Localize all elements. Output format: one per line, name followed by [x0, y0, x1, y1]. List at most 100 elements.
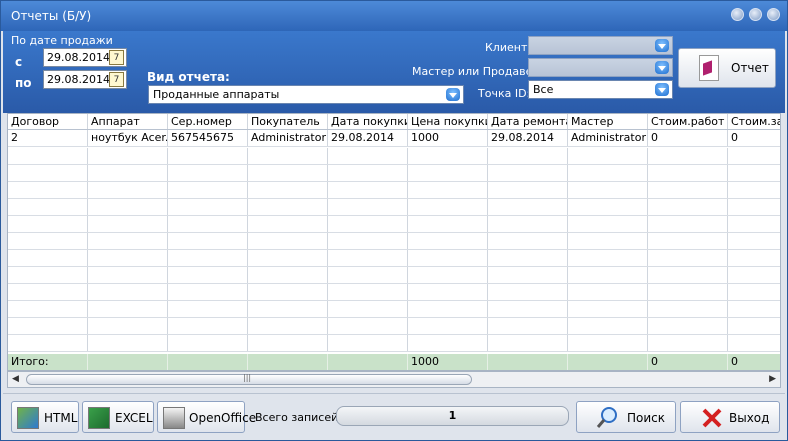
- html-icon: [17, 407, 39, 429]
- scroll-thumb[interactable]: [26, 373, 472, 385]
- close-icon[interactable]: [767, 8, 780, 21]
- table-cell: ноутбук Acer...: [88, 130, 168, 146]
- table-row[interactable]: [8, 284, 780, 301]
- exit-button[interactable]: Выход: [680, 401, 780, 433]
- table-row[interactable]: [8, 165, 780, 182]
- report-table[interactable]: Договор Аппарат Сер.номер Покупатель Дат…: [7, 113, 781, 371]
- table-cell: [728, 335, 780, 351]
- table-row[interactable]: [8, 250, 780, 267]
- table-cell: [488, 335, 568, 351]
- column-header[interactable]: Стоим.зап: [728, 114, 780, 129]
- master-label: Мастер или Продавец:: [412, 65, 544, 78]
- table-cell: [648, 335, 728, 351]
- master-select[interactable]: [528, 58, 673, 77]
- point-id-select[interactable]: Все: [528, 80, 673, 99]
- table-cell: [488, 301, 568, 317]
- table-cell: Administrator: [568, 130, 648, 146]
- table-cell: [248, 182, 328, 198]
- table-cell: [88, 216, 168, 232]
- totals-cell: 0: [648, 354, 728, 370]
- date-from-field[interactable]: 29.08.2014 7: [43, 48, 127, 67]
- table-row[interactable]: [8, 199, 780, 216]
- column-header[interactable]: Мастер: [568, 114, 648, 129]
- table-cell: [408, 182, 488, 198]
- date-to-field[interactable]: 29.08.2014 7: [43, 70, 127, 89]
- table-cell: [648, 182, 728, 198]
- export-openoffice-button[interactable]: OpenOffice: [157, 401, 256, 433]
- chevron-down-icon[interactable]: [655, 39, 669, 52]
- table-cell: [408, 199, 488, 215]
- table-cell: [568, 250, 648, 266]
- table-row[interactable]: 2 ноутбук Acer... 567545675 Administrato…: [8, 130, 780, 147]
- chevron-down-icon[interactable]: [655, 61, 669, 74]
- table-row[interactable]: [8, 335, 780, 352]
- table-cell: [648, 199, 728, 215]
- column-header[interactable]: Стоим.работ: [648, 114, 728, 129]
- table-cell: [168, 301, 248, 317]
- totals-cell: [248, 354, 328, 370]
- chevron-down-icon[interactable]: [655, 83, 669, 96]
- scroll-right-icon[interactable]: ▶: [769, 374, 776, 384]
- table-cell: [408, 335, 488, 351]
- report-button[interactable]: Отчет: [678, 48, 776, 88]
- table-cell: [568, 182, 648, 198]
- table-cell: [168, 284, 248, 300]
- table-cell: [88, 301, 168, 317]
- table-cell: [728, 216, 780, 232]
- total-records-label: Всего записей:: [255, 411, 342, 424]
- table-row[interactable]: [8, 318, 780, 335]
- table-cell: [248, 318, 328, 334]
- table-row[interactable]: [8, 267, 780, 284]
- table-cell: [328, 182, 408, 198]
- column-header[interactable]: Дата ремонта: [488, 114, 568, 129]
- table-cell: [8, 250, 88, 266]
- report-type-label: Вид отчета:: [147, 70, 230, 84]
- table-cell: [248, 165, 328, 181]
- table-cell: [488, 250, 568, 266]
- export-html-button[interactable]: HTML: [11, 401, 79, 433]
- table-cell: [728, 182, 780, 198]
- table-cell: [328, 301, 408, 317]
- table-cell: 0: [648, 130, 728, 146]
- column-header[interactable]: Сер.номер: [168, 114, 248, 129]
- table-row[interactable]: [8, 148, 780, 165]
- table-cell: [648, 284, 728, 300]
- window-title: Отчеты (Б/У): [11, 9, 92, 23]
- table-cell: [88, 318, 168, 334]
- table-cell: [168, 216, 248, 232]
- maximize-icon[interactable]: [749, 8, 762, 21]
- search-button[interactable]: Поиск: [576, 401, 676, 433]
- client-select[interactable]: [528, 36, 673, 55]
- table-row[interactable]: [8, 182, 780, 199]
- sale-date-label: По дате продажи: [11, 34, 113, 47]
- table-cell: [248, 148, 328, 164]
- table-cell: [328, 216, 408, 232]
- chevron-down-icon[interactable]: [446, 88, 460, 101]
- export-excel-button[interactable]: EXCEL: [82, 401, 154, 433]
- scroll-left-icon[interactable]: ◀: [12, 374, 19, 384]
- table-cell: [648, 250, 728, 266]
- table-cell: [248, 335, 328, 351]
- table-cell: [248, 301, 328, 317]
- minimize-icon[interactable]: [731, 8, 744, 21]
- table-row[interactable]: [8, 301, 780, 318]
- table-cell: [328, 233, 408, 249]
- report-type-select[interactable]: Проданные аппараты: [148, 85, 464, 104]
- table-row[interactable]: [8, 216, 780, 233]
- table-cell: 29.08.2014: [488, 130, 568, 146]
- column-header[interactable]: Покупатель: [248, 114, 328, 129]
- calendar-icon[interactable]: 7: [109, 50, 124, 65]
- client-label: Клиент:: [485, 41, 532, 54]
- openoffice-icon: [163, 407, 185, 429]
- column-header[interactable]: Аппарат: [88, 114, 168, 129]
- table-cell: [88, 250, 168, 266]
- table-row[interactable]: [8, 233, 780, 250]
- column-header[interactable]: Цена покупки: [408, 114, 488, 129]
- column-header[interactable]: Договор: [8, 114, 88, 129]
- calendar-icon[interactable]: 7: [109, 72, 124, 87]
- table-cell: [488, 318, 568, 334]
- horizontal-scrollbar[interactable]: ◀ ▶: [7, 371, 781, 388]
- table-cell: [248, 233, 328, 249]
- table-cell: [728, 250, 780, 266]
- column-header[interactable]: Дата покупки: [328, 114, 408, 129]
